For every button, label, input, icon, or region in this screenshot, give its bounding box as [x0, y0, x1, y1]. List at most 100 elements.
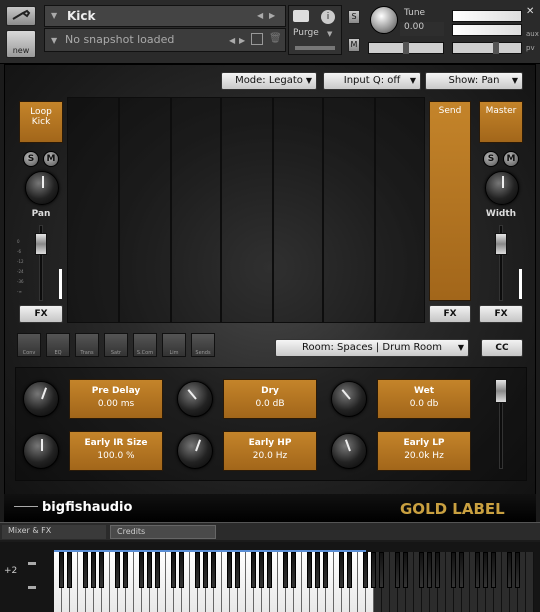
fx-conv[interactable]: Conv — [17, 333, 41, 357]
send-fx-button[interactable]: FX — [429, 305, 471, 323]
trash-icon[interactable]: 🗑 — [269, 33, 282, 44]
pan-knob[interactable] — [25, 171, 59, 205]
chevron-down-icon[interactable]: ▼ — [327, 30, 332, 38]
camera-icon[interactable] — [293, 10, 309, 22]
black-key[interactable] — [203, 552, 208, 588]
channel-fader[interactable] — [35, 233, 47, 255]
fx-button[interactable]: FX — [19, 305, 63, 323]
black-key[interactable] — [59, 552, 64, 588]
aux-label[interactable]: aux — [526, 30, 539, 38]
pan-slider[interactable] — [368, 42, 444, 54]
black-key[interactable] — [267, 552, 272, 588]
info-icon[interactable]: i — [321, 10, 335, 24]
black-key[interactable] — [251, 552, 256, 588]
mode-dropdown[interactable]: Mode: Legato ▼ — [221, 72, 317, 90]
snapshot-field[interactable]: ▼ No snapshot loaded ◀ ▶ 🗑 — [44, 28, 286, 52]
show-dropdown[interactable]: Show: Pan ▼ — [425, 72, 523, 90]
cc-button[interactable]: CC — [481, 339, 523, 357]
black-key[interactable] — [507, 552, 512, 588]
volume-slider-handle[interactable] — [493, 42, 499, 54]
black-key[interactable] — [459, 552, 464, 588]
black-key[interactable] — [155, 552, 160, 588]
black-key[interactable] — [323, 552, 328, 588]
input-dropdown[interactable]: Input Q: off ▼ — [323, 72, 421, 90]
solo-button[interactable]: S — [23, 151, 39, 167]
solo-button[interactable]: S — [348, 10, 360, 24]
black-key[interactable] — [515, 552, 520, 588]
black-key[interactable] — [123, 552, 128, 588]
black-key[interactable] — [371, 552, 376, 588]
black-key[interactable] — [83, 552, 88, 588]
black-key[interactable] — [419, 552, 424, 588]
master-fx-button[interactable]: FX — [479, 305, 523, 323]
early-hp-knob[interactable] — [177, 433, 213, 469]
mute-button[interactable]: M — [503, 151, 519, 167]
tune-value[interactable]: 0.00 — [400, 22, 444, 36]
tab-mixer-fx[interactable]: Mixer & FX — [2, 525, 106, 539]
early-ir-size-param[interactable]: Early IR Size 100.0 % — [69, 431, 163, 471]
black-key[interactable] — [395, 552, 400, 588]
black-key[interactable] — [171, 552, 176, 588]
black-key[interactable] — [115, 552, 120, 588]
black-key[interactable] — [435, 552, 440, 588]
width-knob[interactable] — [485, 171, 519, 205]
channel-master[interactable]: Master — [479, 101, 523, 143]
next-arrow-icon[interactable]: ▶ — [239, 36, 245, 45]
next-arrow-icon[interactable]: ▶ — [269, 11, 275, 20]
black-key[interactable] — [147, 552, 152, 588]
black-key[interactable] — [179, 552, 184, 588]
pv-label[interactable]: pv — [526, 44, 535, 52]
purge-label[interactable]: Purge — [293, 28, 319, 38]
channel-send[interactable]: Send — [429, 101, 471, 301]
white-key[interactable] — [526, 552, 534, 612]
tab-credits[interactable]: Credits — [110, 525, 216, 539]
master-fader[interactable] — [495, 233, 507, 255]
black-key[interactable] — [99, 552, 104, 588]
black-key[interactable] — [451, 552, 456, 588]
fx-trans[interactable]: Trans — [75, 333, 99, 357]
early-lp-knob[interactable] — [331, 433, 367, 469]
black-key[interactable] — [139, 552, 144, 588]
black-key[interactable] — [315, 552, 320, 588]
fx-scom[interactable]: S.Com — [133, 333, 157, 357]
black-key[interactable] — [227, 552, 232, 588]
fx-eq[interactable]: EQ — [46, 333, 70, 357]
early-ir-size-knob[interactable] — [23, 433, 59, 469]
wet-knob[interactable] — [331, 381, 367, 417]
black-key[interactable] — [475, 552, 480, 588]
black-key[interactable] — [403, 552, 408, 588]
mute-button[interactable]: M — [43, 151, 59, 167]
room-dropdown[interactable]: Room: Spaces | Drum Room ▼ — [275, 339, 469, 357]
dry-param[interactable]: Dry 0.0 dB — [223, 379, 317, 419]
black-key[interactable] — [91, 552, 96, 588]
pre-delay-param[interactable]: Pre Delay 0.00 ms — [69, 379, 163, 419]
early-hp-param[interactable]: Early HP 20.0 Hz — [223, 431, 317, 471]
fx-lim[interactable]: Lim — [162, 333, 186, 357]
close-icon[interactable]: ✕ — [526, 6, 534, 17]
wrench-icon[interactable] — [6, 6, 36, 26]
chevron-down-icon[interactable]: ▼ — [51, 11, 57, 20]
fx-satr[interactable]: Satr — [104, 333, 128, 357]
prev-arrow-icon[interactable]: ◀ — [257, 11, 263, 20]
pan-slider-handle[interactable] — [403, 42, 409, 54]
solo-button[interactable]: S — [483, 151, 499, 167]
fx-sends[interactable]: Sends — [191, 333, 215, 357]
prev-arrow-icon[interactable]: ◀ — [229, 36, 235, 45]
black-key[interactable] — [67, 552, 72, 588]
black-key[interactable] — [283, 552, 288, 588]
black-key[interactable] — [347, 552, 352, 588]
black-key[interactable] — [483, 552, 488, 588]
black-key[interactable] — [259, 552, 264, 588]
black-key[interactable] — [307, 552, 312, 588]
piano-keys[interactable] — [0, 542, 540, 612]
mute-button[interactable]: M — [348, 38, 360, 52]
tune-knob[interactable] — [370, 6, 398, 34]
black-key[interactable] — [491, 552, 496, 588]
black-key[interactable] — [363, 552, 368, 588]
chevron-down-icon[interactable]: ▼ — [51, 36, 57, 45]
black-key[interactable] — [379, 552, 384, 588]
black-key[interactable] — [339, 552, 344, 588]
new-button[interactable]: new — [6, 30, 36, 58]
wet-param[interactable]: Wet 0.0 db — [377, 379, 471, 419]
black-key[interactable] — [427, 552, 432, 588]
